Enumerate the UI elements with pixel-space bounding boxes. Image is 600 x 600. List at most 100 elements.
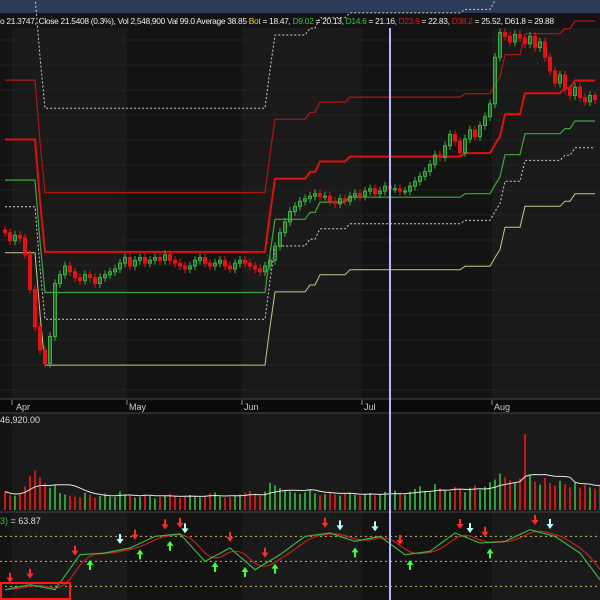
volume-bar bbox=[579, 487, 581, 510]
volume-bar bbox=[184, 496, 186, 510]
x-tick-jun: Jun bbox=[244, 402, 259, 412]
arrow-down-icon bbox=[456, 519, 464, 530]
candle-down bbox=[93, 277, 97, 285]
arrow-up-icon bbox=[406, 560, 414, 571]
volume-bar bbox=[274, 485, 276, 510]
price-readout-header: o 21.3747, Close 21.5408 (0.3%), Vol 2,5… bbox=[0, 15, 554, 27]
volume-bar bbox=[494, 479, 496, 510]
volume-bar bbox=[409, 491, 411, 510]
volume-bar bbox=[594, 488, 596, 510]
volume-bar bbox=[339, 495, 341, 510]
volume-bar bbox=[359, 495, 361, 510]
volume-bar bbox=[44, 483, 46, 510]
candle-down bbox=[28, 254, 32, 291]
header-segment: D23.6 bbox=[398, 16, 420, 26]
volume-bar bbox=[564, 484, 566, 510]
volume-bar bbox=[69, 495, 71, 510]
month-band bbox=[12, 28, 127, 600]
volume-bar bbox=[114, 497, 116, 510]
candle-down bbox=[248, 262, 252, 267]
volume-bar bbox=[19, 492, 21, 510]
header-segment: = 18.47, bbox=[260, 16, 293, 26]
volume-bar bbox=[509, 480, 511, 510]
candle-down bbox=[258, 268, 262, 273]
header-segment: D61.8 bbox=[504, 16, 526, 26]
candle-down bbox=[533, 35, 537, 49]
volume-bar bbox=[124, 494, 126, 510]
oscillator-label: 3) = 63.87 bbox=[0, 516, 41, 526]
x-tick-aug: Aug bbox=[494, 402, 511, 412]
volume-bar bbox=[539, 484, 541, 510]
volume-bar bbox=[589, 487, 591, 510]
candle-down bbox=[343, 198, 347, 202]
candle-down bbox=[518, 33, 522, 39]
header-segment: = 22.83, bbox=[419, 16, 452, 26]
candle-down bbox=[33, 289, 37, 328]
volume-bar bbox=[144, 494, 146, 510]
volume-bar bbox=[39, 477, 41, 510]
volume-bar bbox=[489, 482, 491, 510]
volume-bar bbox=[374, 495, 376, 510]
candle-down bbox=[223, 259, 227, 267]
volume-bar bbox=[429, 492, 431, 510]
volume-bar bbox=[189, 494, 191, 510]
volume-bar bbox=[454, 486, 456, 510]
oscillator-label-prefix: 3) bbox=[0, 516, 9, 526]
volume-bar bbox=[349, 492, 351, 510]
candle-down bbox=[168, 254, 172, 261]
candle-up bbox=[323, 195, 327, 198]
volume-bar bbox=[94, 497, 96, 510]
volume-bar bbox=[314, 493, 316, 510]
arrow-down-icon bbox=[371, 521, 379, 532]
header-segment: = 25.52, bbox=[472, 16, 505, 26]
candle-down bbox=[88, 274, 92, 279]
volume-bar bbox=[559, 480, 561, 510]
volume-bar bbox=[149, 495, 151, 510]
candle-up bbox=[403, 190, 407, 193]
volume-bar bbox=[254, 493, 256, 510]
volume-bar bbox=[29, 475, 31, 510]
arrow-down-icon bbox=[226, 532, 234, 543]
volume-bar bbox=[419, 486, 421, 510]
candle-down bbox=[178, 262, 182, 267]
x-tick-jul: Jul bbox=[364, 402, 376, 412]
candle-down bbox=[128, 256, 132, 267]
volume-bar bbox=[319, 495, 321, 510]
candle-down bbox=[593, 94, 597, 101]
volume-bar bbox=[434, 484, 436, 510]
volume-bar bbox=[569, 487, 571, 510]
arrow-down-icon bbox=[176, 517, 184, 528]
candle-down bbox=[508, 35, 512, 43]
candle-down bbox=[438, 154, 442, 158]
volume-bar bbox=[54, 484, 56, 510]
volume-bar bbox=[444, 490, 446, 510]
volume-bar bbox=[309, 489, 311, 510]
arrow-down-icon bbox=[131, 529, 139, 540]
volume-bar bbox=[179, 497, 181, 510]
volume-bar bbox=[459, 489, 461, 510]
header-segment: = 21.16, bbox=[366, 16, 399, 26]
volume-bar bbox=[239, 494, 241, 510]
volume-bar bbox=[379, 494, 381, 510]
volume-bar bbox=[424, 491, 426, 510]
volume-bar bbox=[519, 478, 521, 510]
volume-bar bbox=[524, 434, 526, 510]
candle-down bbox=[68, 265, 72, 273]
candle-down bbox=[563, 74, 567, 90]
candle-down bbox=[523, 37, 527, 45]
header-segment: Bot bbox=[248, 16, 261, 26]
volume-bar bbox=[534, 481, 536, 510]
candle-down bbox=[473, 129, 477, 138]
volume-bar bbox=[364, 494, 366, 510]
chart-canvas[interactable] bbox=[0, 0, 600, 600]
arrow-up-icon bbox=[211, 562, 219, 573]
volume-bar bbox=[259, 495, 261, 510]
volume-bar bbox=[549, 482, 551, 510]
volume-bar bbox=[574, 482, 576, 510]
candle-up bbox=[393, 188, 397, 191]
candle-down bbox=[328, 195, 332, 202]
volume-bar bbox=[439, 488, 441, 510]
arrow-down-icon bbox=[481, 526, 489, 537]
candle-down bbox=[553, 70, 557, 84]
volume-bar bbox=[269, 482, 271, 510]
